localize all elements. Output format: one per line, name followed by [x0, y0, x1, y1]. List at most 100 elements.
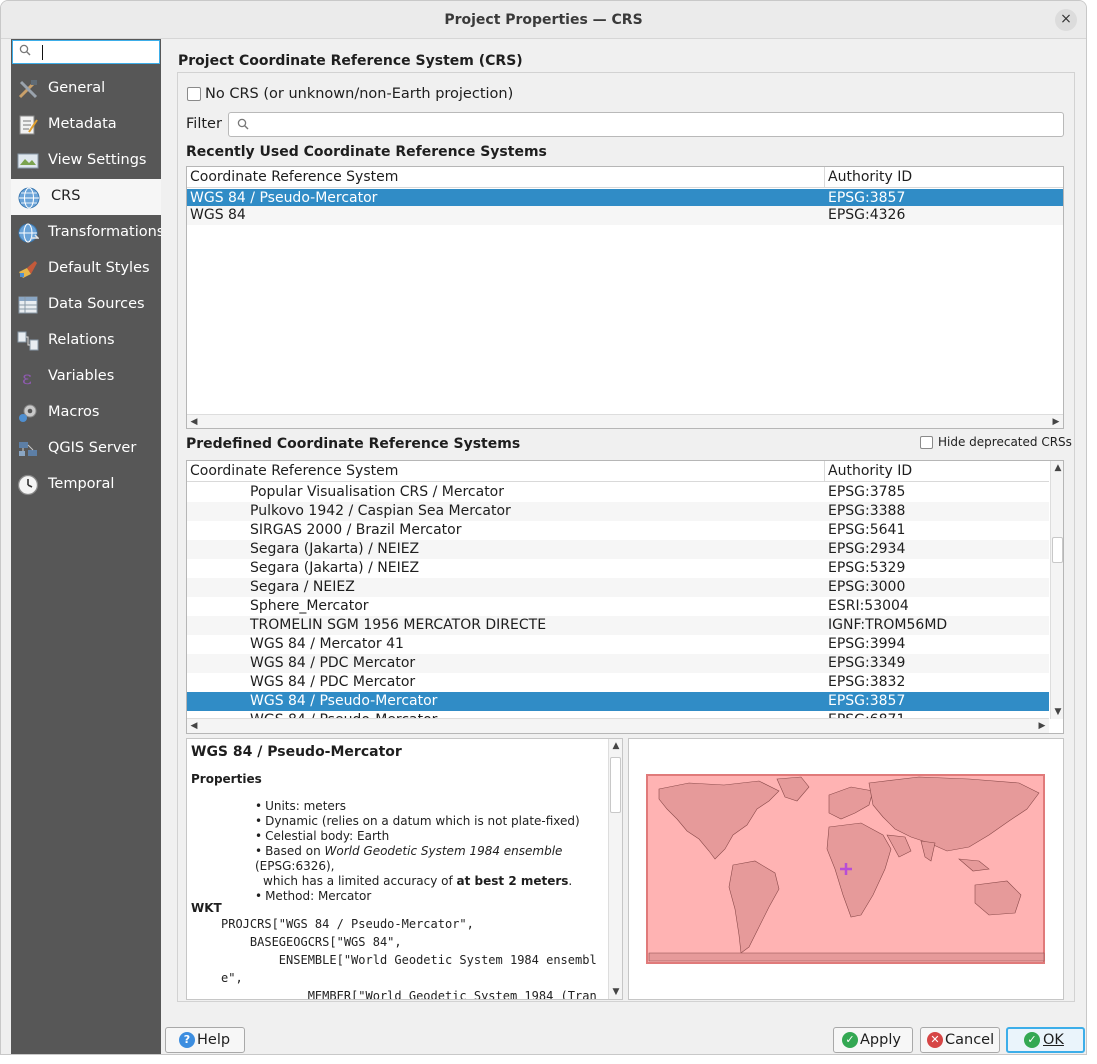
sidebar-item-qgis-server[interactable]: QGIS Server	[11, 431, 161, 467]
search-icon	[237, 118, 249, 134]
property-dynamic: Dynamic (relies on a datum which is not …	[255, 814, 622, 829]
sidebar-item-transformations[interactable]: Transformations	[11, 215, 165, 251]
property-celestial-text: Celestial body: Earth	[265, 829, 390, 843]
close-icon[interactable]: ×	[1055, 9, 1077, 31]
table-row[interactable]: WGS 84 / PDC Mercator EPSG:3349	[187, 654, 1049, 673]
sidebar-search-input[interactable]	[12, 40, 160, 64]
horizontal-scrollbar[interactable]: ◀ ▶	[187, 414, 1063, 428]
sidebar-item-crs[interactable]: CRS	[11, 179, 161, 215]
help-icon: ?	[179, 1032, 195, 1048]
table-row[interactable]: Pulkovo 1942 / Caspian Sea Mercator EPSG:…	[187, 502, 1049, 521]
row-authority-id: EPSG:3857	[828, 190, 906, 206]
row-crs-name: Segara (Jakarta) / NEIEZ	[250, 541, 420, 557]
column-header-crs[interactable]: Coordinate Reference System	[190, 463, 398, 479]
temporal-clock-icon	[17, 474, 39, 496]
row-authority-id: EPSG:5329	[828, 560, 906, 576]
wkt-line: BASEGEOGCRS["WGS 84",	[221, 935, 402, 949]
table-row[interactable]: SIRGAS 2000 / Brazil Mercator EPSG:5641	[187, 521, 1049, 540]
scroll-right-icon[interactable]: ▶	[1049, 415, 1063, 428]
ok-button-label: OK	[1043, 1032, 1064, 1048]
window-title: Project Properties — CRS	[444, 12, 643, 28]
relations-icon	[17, 330, 39, 352]
scroll-left-icon[interactable]: ◀	[187, 415, 201, 428]
table-row[interactable]: WGS 84 / PDC Mercator EPSG:3832	[187, 673, 1049, 692]
filter-input[interactable]	[228, 112, 1064, 137]
scroll-left-icon[interactable]: ◀	[187, 719, 201, 733]
row-crs-name: Pulkovo 1942 / Caspian Sea Mercator	[250, 503, 511, 519]
transformations-icon	[17, 222, 40, 244]
horizontal-scrollbar[interactable]: ◀ ▶	[187, 718, 1049, 733]
sidebar-item-label: Metadata	[48, 116, 117, 132]
apply-button[interactable]: ✓ Apply	[833, 1027, 913, 1053]
table-row[interactable]: Sphere_Mercator ESRI:53004	[187, 597, 1049, 616]
help-button-label: Help	[197, 1032, 231, 1048]
table-row[interactable]: Popular Visualisation CRS / Mercator EPSG…	[187, 483, 1049, 502]
sidebar-item-temporal[interactable]: Temporal	[11, 467, 161, 503]
scroll-down-icon[interactable]: ▼	[609, 985, 622, 999]
recent-crs-table[interactable]: Coordinate Reference System Authority ID…	[186, 166, 1064, 429]
table-row[interactable]: TROMELIN SGM 1956 MERCATOR DIRECTE IGNF:T…	[187, 616, 1049, 635]
sidebar-item-default-styles[interactable]: Default Styles	[11, 251, 161, 287]
wkt-line: MEMBER["World Geodetic System 1984 (Tran	[221, 989, 597, 1000]
column-header-crs[interactable]: Coordinate Reference System	[190, 169, 398, 185]
scrollbar-thumb[interactable]	[610, 757, 621, 813]
sidebar-item-general[interactable]: General	[11, 71, 161, 107]
table-row[interactable]: WGS 84 EPSG:4326	[187, 206, 1063, 225]
property-dynamic-text: Dynamic (relies on a datum which is not …	[265, 814, 580, 828]
scroll-up-icon[interactable]: ▲	[1051, 461, 1063, 475]
macros-icon	[17, 402, 39, 424]
row-crs-name: WGS 84 / PDC Mercator	[250, 674, 416, 690]
table-row[interactable]: WGS 84 / Mercator 41 EPSG:3994	[187, 635, 1049, 654]
sidebar-item-data-sources[interactable]: Data Sources	[11, 287, 161, 323]
wkt-line: e",	[221, 971, 243, 985]
crs-extent-map	[628, 738, 1064, 1000]
properties-list: Units: meters Dynamic (relies on a datum…	[255, 799, 622, 904]
qgis-server-icon	[17, 438, 39, 460]
based-on-suffix: (EPSG:6326),	[255, 859, 335, 873]
accuracy-suffix: .	[568, 874, 573, 888]
row-crs-name: Sphere_Mercator	[250, 598, 369, 614]
hide-deprecated-checkbox[interactable]	[920, 436, 933, 449]
row-authority-id: EPSG:2934	[828, 541, 906, 557]
wkt-line: ENSEMBLE["World Geodetic System 1984 ens…	[221, 953, 597, 967]
vertical-scrollbar[interactable]: ▲ ▼	[1050, 461, 1063, 719]
general-tools-icon	[17, 78, 39, 100]
apply-button-label: Apply	[860, 1032, 901, 1048]
sidebar-item-relations[interactable]: Relations	[11, 323, 161, 359]
vertical-scrollbar[interactable]: ▲ ▼	[608, 739, 622, 999]
data-sources-icon	[17, 294, 39, 316]
property-method: Method: Mercator	[255, 889, 622, 904]
row-authority-id: EPSG:3832	[828, 674, 906, 690]
sidebar-item-variables[interactable]: ε Variables	[11, 359, 161, 395]
sidebar-item-label: Macros	[48, 404, 100, 420]
row-crs-name: WGS 84 / Mercator 41	[250, 636, 404, 652]
scrollbar-thumb[interactable]	[1052, 537, 1063, 563]
column-header-authority[interactable]: Authority ID	[828, 463, 912, 479]
help-button[interactable]: ? Help	[165, 1027, 245, 1053]
cancel-button[interactable]: ✕ Cancel	[920, 1027, 1000, 1053]
row-authority-id: EPSG:5641	[828, 522, 906, 538]
table-row[interactable]: Segara (Jakarta) / NEIEZ EPSG:5329	[187, 559, 1049, 578]
sidebar-item-macros[interactable]: Macros	[11, 395, 161, 431]
ok-button[interactable]: ✓ OK	[1006, 1027, 1085, 1053]
sidebar-item-metadata[interactable]: Metadata	[11, 107, 161, 143]
row-authority-id: ESRI:53004	[828, 598, 909, 614]
table-row[interactable]: Segara (Jakarta) / NEIEZ EPSG:2934	[187, 540, 1049, 559]
no-crs-checkbox[interactable]	[187, 87, 201, 101]
scroll-right-icon[interactable]: ▶	[1035, 719, 1049, 733]
crs-group-title: Project Coordinate Reference System (CRS…	[178, 53, 523, 69]
sidebar-item-label: Temporal	[48, 476, 115, 492]
column-header-authority[interactable]: Authority ID	[828, 169, 912, 185]
table-row[interactable]: WGS 84 / Pseudo-Mercator EPSG:3857	[187, 692, 1049, 711]
sidebar-item-view-settings[interactable]: View Settings	[11, 143, 161, 179]
scroll-up-icon[interactable]: ▲	[609, 739, 622, 753]
sidebar-item-label: Transformations	[48, 224, 165, 240]
accuracy-value: at best 2 meters	[456, 874, 569, 888]
property-celestial: Celestial body: Earth	[255, 829, 622, 844]
table-row[interactable]: Segara / NEIEZ EPSG:3000	[187, 578, 1049, 597]
metadata-icon	[17, 114, 39, 136]
predefined-crs-table[interactable]: Coordinate Reference System Authority ID…	[186, 460, 1064, 734]
hide-deprecated-label: Hide deprecated CRSs	[938, 435, 1072, 449]
scroll-down-icon[interactable]: ▼	[1051, 705, 1063, 719]
row-crs-name: SIRGAS 2000 / Brazil Mercator	[250, 522, 462, 538]
